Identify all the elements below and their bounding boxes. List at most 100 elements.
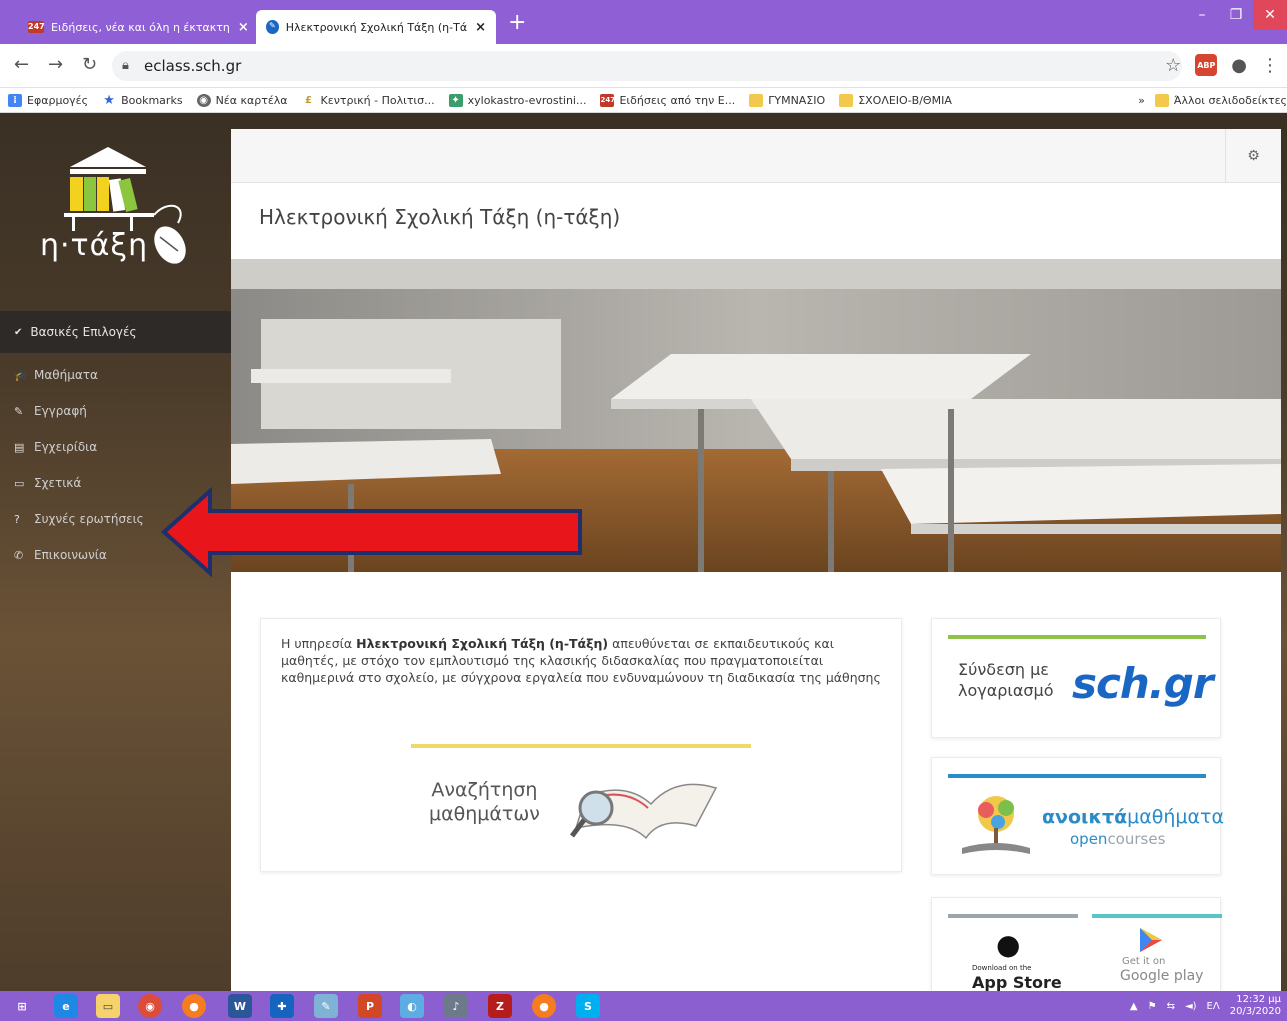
bookmark-label: Εφαρμογές bbox=[27, 93, 89, 107]
app-gray-icon[interactable]: ♪ bbox=[444, 994, 468, 1018]
new-tab-button[interactable]: + bbox=[508, 12, 526, 34]
chrome-icon: ◉ bbox=[196, 93, 211, 107]
chrome-taskbar-icon[interactable]: ◉ bbox=[138, 994, 162, 1018]
sidebar-item-label: Εγχειρίδια bbox=[34, 440, 98, 454]
apple-icon[interactable]: ● bbox=[996, 928, 1020, 961]
247-icon: 247 bbox=[600, 93, 615, 107]
sch-login-card[interactable]: Σύνδεση με λογαριασμό sch.gr bbox=[931, 618, 1221, 738]
oc-rest: μαθήματα bbox=[1127, 806, 1224, 828]
document-icon: ▤ bbox=[14, 440, 25, 454]
sidebar-item-courses[interactable]: 🎓 Μαθήματα bbox=[0, 357, 231, 393]
intro-card: Η υπηρεσία Ηλεκτρονική Σχολική Τάξη (η-Τ… bbox=[260, 618, 902, 872]
flag-icon[interactable]: ⚑ bbox=[1148, 1001, 1157, 1012]
bookmark-bookmarks[interactable]: ★ Bookmarks bbox=[102, 94, 182, 107]
network-icon[interactable]: ⇆ bbox=[1167, 1001, 1175, 1012]
lock-icon: 🔒︎ bbox=[122, 58, 129, 73]
star-icon: ★ bbox=[103, 92, 115, 108]
apps-icon: ⁞ bbox=[8, 93, 22, 107]
bookmark-gymnasio[interactable]: ΓΥΜΝΑΣΙΟ bbox=[749, 93, 825, 107]
menu-header-basic-options[interactable]: ✔ Βασικές Επιλογές bbox=[0, 311, 231, 353]
address-bar-row: ← → ↻ 🔒︎ eclass.sch.gr ☆ ABP ● ⋮ bbox=[0, 44, 1287, 88]
word-icon[interactable]: W bbox=[228, 994, 252, 1018]
intro-text: Η υπηρεσία Ηλεκτρονική Σχολική Τάξη (η-Τ… bbox=[281, 635, 881, 686]
phone-icon: ✆ bbox=[14, 548, 24, 562]
reload-icon[interactable]: ↻ bbox=[82, 54, 97, 75]
opencourses-title: ανοικτάμαθήματα bbox=[1042, 806, 1224, 828]
powerpoint-icon[interactable]: P bbox=[358, 994, 382, 1018]
menu-icon[interactable]: ⋮ bbox=[1261, 55, 1279, 76]
back-icon[interactable]: ← bbox=[14, 54, 29, 75]
url-text: eclass.sch.gr bbox=[144, 57, 242, 75]
folder-icon bbox=[839, 93, 854, 107]
shield-app-icon[interactable]: ✚ bbox=[270, 994, 294, 1018]
oc-sub-bold: open bbox=[1070, 830, 1108, 848]
sidebar-item-label: Εγγραφή bbox=[34, 404, 87, 418]
tray-up-icon[interactable]: ▲ bbox=[1130, 1001, 1138, 1012]
system-tray: ▲ ⚑ ⇆ ◄) ΕΛ 12:32 μμ 20/3/2020 bbox=[1130, 991, 1281, 1021]
browser-tab-bar: 247 Ειδήσεις, νέα και όλη η έκτακτη × ✎ … bbox=[0, 0, 1287, 44]
sidebar-item-manuals[interactable]: ▤ Εγχειρίδια bbox=[0, 429, 231, 465]
firefox-2-icon[interactable]: ● bbox=[532, 994, 556, 1018]
bookmark-label: xylokastro-evrostini... bbox=[467, 93, 587, 107]
bookmark-xylokastro[interactable]: ✦ xylokastro-evrostini... bbox=[448, 93, 587, 107]
culture-icon: £ bbox=[305, 94, 313, 106]
googleplay-accent-bar bbox=[1092, 914, 1222, 918]
profile-icon[interactable]: ● bbox=[1231, 55, 1247, 76]
volume-icon[interactable]: ◄) bbox=[1185, 1001, 1197, 1012]
bookmark-news[interactable]: 247 Ειδήσεις από την Ε... bbox=[600, 93, 735, 107]
sch-login-text: Σύνδεση με λογαριασμό bbox=[958, 659, 1054, 701]
googleplay-link[interactable]: Google play bbox=[1120, 968, 1203, 984]
windows-taskbar: ⊞ e ▭ ◉ ● W ✚ ✎ P ◐ ♪ Z ● S ▲ ⚑ ⇆ ◄) ΕΛ … bbox=[0, 991, 1287, 1021]
sidebar-item-register[interactable]: ✎ Εγγραφή bbox=[0, 393, 231, 429]
file-explorer-icon[interactable]: ▭ bbox=[96, 994, 120, 1018]
close-window-icon[interactable]: ✕ bbox=[1253, 0, 1287, 30]
skype-icon[interactable]: S bbox=[576, 994, 600, 1018]
bookmark-other[interactable]: Άλλοι σελιδοδείκτες bbox=[1154, 93, 1287, 107]
adblock-icon[interactable]: ABP bbox=[1195, 54, 1218, 76]
maximize-icon[interactable]: ❐ bbox=[1219, 0, 1253, 30]
language-indicator[interactable]: ΕΛ bbox=[1207, 1001, 1220, 1012]
internet-explorer-icon[interactable]: e bbox=[54, 994, 78, 1018]
tab-news[interactable]: 247 Ειδήσεις, νέα και όλη η έκτακτη × bbox=[18, 10, 254, 44]
close-icon[interactable]: × bbox=[475, 20, 486, 35]
card-icon: ▭ bbox=[14, 476, 25, 490]
clock-date: 20/3/2020 bbox=[1229, 1006, 1281, 1017]
minimize-icon[interactable]: – bbox=[1185, 0, 1219, 30]
folder-icon bbox=[1154, 93, 1169, 107]
bookmark-sxoleio[interactable]: ΣΧΟΛΕΙΟ-Β/ΘΜΙΑ bbox=[839, 93, 952, 107]
appstore-small-text[interactable]: Download on the bbox=[972, 964, 1031, 972]
opencourses-card[interactable]: ανοικτάμαθήματα opencourses bbox=[931, 757, 1224, 875]
site-icon: ✦ bbox=[448, 93, 463, 107]
more-bookmarks-button[interactable]: » bbox=[1138, 94, 1145, 107]
bookmark-culture[interactable]: £ Κεντρική - Πολιτισ... bbox=[302, 94, 435, 107]
paint-icon[interactable]: ✎ bbox=[314, 994, 338, 1018]
app-blue-icon[interactable]: ◐ bbox=[400, 994, 424, 1018]
url-field[interactable]: 🔒︎ eclass.sch.gr bbox=[112, 51, 1182, 81]
firefox-icon[interactable]: ● bbox=[182, 994, 206, 1018]
windows-start-icon[interactable]: ⊞ bbox=[10, 994, 34, 1018]
tab-eclass[interactable]: ✎ Ηλεκτρονική Σχολική Τάξη (η-Τά × bbox=[256, 10, 496, 44]
bookmark-star-icon[interactable]: ☆ bbox=[1165, 55, 1181, 76]
close-icon[interactable]: × bbox=[238, 20, 249, 35]
forward-icon[interactable]: → bbox=[48, 54, 63, 75]
filezilla-icon[interactable]: Z bbox=[488, 994, 512, 1018]
opencourses-accent-bar bbox=[948, 774, 1206, 778]
appstore-link[interactable]: App Store bbox=[972, 973, 1062, 991]
folder-icon bbox=[749, 93, 764, 107]
eclass-favicon-icon: ✎ bbox=[266, 20, 279, 34]
more-bookmarks-label: » bbox=[1138, 93, 1145, 107]
googleplay-small-text[interactable]: Get it on bbox=[1122, 956, 1165, 967]
tab-label: Ειδήσεις, νέα και όλη η έκτακτη bbox=[51, 20, 230, 34]
appstore-accent-bar bbox=[948, 914, 1078, 918]
intro-bold: Ηλεκτρονική Σχολική Τάξη (η-Τάξη) bbox=[356, 636, 609, 651]
bookmark-new-tab[interactable]: ◉ Νέα καρτέλα bbox=[196, 93, 288, 107]
bookmark-apps[interactable]: ⁞ Εφαρμογές bbox=[8, 93, 89, 107]
google-play-icon[interactable] bbox=[1138, 926, 1164, 954]
settings-gear-icon[interactable]: ⚙ bbox=[1225, 129, 1281, 183]
oc-bold: ανοικτά bbox=[1042, 806, 1128, 828]
edit-icon: ✎ bbox=[14, 404, 24, 418]
question-icon: ? bbox=[14, 512, 20, 526]
sidebar-item-label: Συχνές ερωτήσεις bbox=[34, 512, 144, 526]
course-search-link[interactable]: Αναζήτηση μαθημάτων bbox=[411, 744, 751, 858]
clock[interactable]: 12:32 μμ 20/3/2020 bbox=[1230, 994, 1281, 1018]
